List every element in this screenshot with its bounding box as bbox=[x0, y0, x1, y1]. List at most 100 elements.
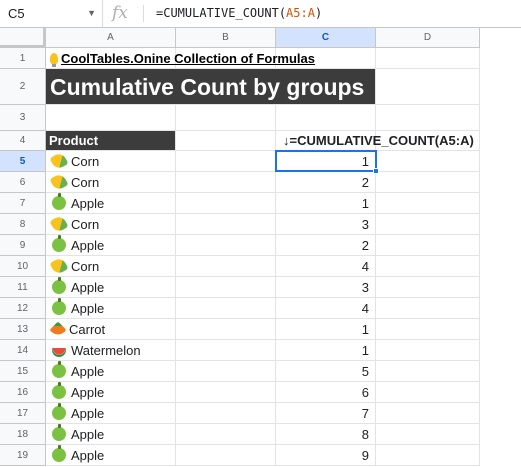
title-link[interactable]: CoolTables.Onine Collection of Formulas bbox=[46, 48, 376, 69]
cell-b6[interactable] bbox=[176, 172, 276, 193]
product-cell[interactable]: Corn bbox=[46, 256, 176, 277]
row-header-12[interactable]: 12 bbox=[0, 298, 46, 319]
cell-a3[interactable] bbox=[46, 105, 176, 131]
cell-d9[interactable] bbox=[376, 235, 480, 256]
row-header-11[interactable]: 11 bbox=[0, 277, 46, 298]
cell-d8[interactable] bbox=[376, 214, 480, 235]
cumulative-count-cell[interactable]: 4 bbox=[276, 256, 376, 277]
product-cell[interactable]: Apple bbox=[46, 361, 176, 382]
row-header-2[interactable]: 2 bbox=[0, 69, 46, 105]
product-cell[interactable]: Corn bbox=[46, 151, 176, 172]
product-cell[interactable]: Corn bbox=[46, 172, 176, 193]
cumulative-count-cell[interactable]: 1 bbox=[276, 340, 376, 361]
row-header-15[interactable]: 15 bbox=[0, 361, 46, 382]
cumulative-count-cell[interactable]: 3 bbox=[276, 214, 376, 235]
product-cell[interactable]: Apple bbox=[46, 403, 176, 424]
cumulative-count-cell[interactable]: 1 bbox=[276, 319, 376, 340]
row-header-10[interactable]: 10 bbox=[0, 256, 46, 277]
chevron-down-icon[interactable]: ▼ bbox=[87, 0, 96, 27]
cell-d14[interactable] bbox=[376, 340, 480, 361]
row-header-16[interactable]: 16 bbox=[0, 382, 46, 403]
product-cell[interactable]: Apple bbox=[46, 445, 176, 466]
column-header-d[interactable]: D bbox=[376, 28, 480, 48]
formula-divider bbox=[143, 5, 144, 22]
cell-b5[interactable] bbox=[176, 151, 276, 172]
cumulative-count-cell[interactable]: 2 bbox=[276, 235, 376, 256]
cell-b8[interactable] bbox=[176, 214, 276, 235]
name-box[interactable]: C5 ▼ bbox=[0, 0, 103, 27]
cell-b3[interactable] bbox=[176, 105, 276, 131]
cell-b19[interactable] bbox=[176, 445, 276, 466]
cell-b10[interactable] bbox=[176, 256, 276, 277]
cell-d17[interactable] bbox=[376, 403, 480, 424]
product-cell[interactable]: Apple bbox=[46, 298, 176, 319]
cell-b11[interactable] bbox=[176, 277, 276, 298]
select-all-corner[interactable] bbox=[0, 28, 46, 48]
cell-c3[interactable] bbox=[276, 105, 376, 131]
row-header-14[interactable]: 14 bbox=[0, 340, 46, 361]
cell-d2[interactable] bbox=[376, 69, 480, 105]
cell-d1[interactable] bbox=[376, 48, 480, 69]
row-header-7[interactable]: 7 bbox=[0, 193, 46, 214]
row-header-17[interactable]: 17 bbox=[0, 403, 46, 424]
row-header-4[interactable]: 4 bbox=[0, 131, 46, 151]
cumulative-count-cell[interactable]: 8 bbox=[276, 424, 376, 445]
cell-b4[interactable] bbox=[176, 131, 276, 151]
cumulative-count-cell[interactable]: 9 bbox=[276, 445, 376, 466]
row-header-13[interactable]: 13 bbox=[0, 319, 46, 340]
cell-d5[interactable] bbox=[376, 151, 480, 172]
product-cell[interactable]: Apple bbox=[46, 235, 176, 256]
row-header-1[interactable]: 1 bbox=[0, 48, 46, 69]
cell-b15[interactable] bbox=[176, 361, 276, 382]
product-cell[interactable]: Apple bbox=[46, 382, 176, 403]
cell-b16[interactable] bbox=[176, 382, 276, 403]
cell-b12[interactable] bbox=[176, 298, 276, 319]
cell-d7[interactable] bbox=[376, 193, 480, 214]
cell-d6[interactable] bbox=[376, 172, 480, 193]
cell-d10[interactable] bbox=[376, 256, 480, 277]
product-cell[interactable]: Corn bbox=[46, 214, 176, 235]
product-name: Corn bbox=[71, 217, 100, 232]
cell-d15[interactable] bbox=[376, 361, 480, 382]
product-cell[interactable]: Apple bbox=[46, 193, 176, 214]
cell-b9[interactable] bbox=[176, 235, 276, 256]
fill-handle[interactable] bbox=[373, 168, 379, 174]
cell-d16[interactable] bbox=[376, 382, 480, 403]
cell-b17[interactable] bbox=[176, 403, 276, 424]
cell-b18[interactable] bbox=[176, 424, 276, 445]
cell-b7[interactable] bbox=[176, 193, 276, 214]
row-header-19[interactable]: 19 bbox=[0, 445, 46, 466]
cell-b14[interactable] bbox=[176, 340, 276, 361]
product-cell[interactable]: Apple bbox=[46, 424, 176, 445]
row-header-18[interactable]: 18 bbox=[0, 424, 46, 445]
cell-d19[interactable] bbox=[376, 445, 480, 466]
cumulative-count-cell[interactable]: 7 bbox=[276, 403, 376, 424]
column-header-b[interactable]: B bbox=[176, 28, 276, 48]
cell-d18[interactable] bbox=[376, 424, 480, 445]
row-header-3[interactable]: 3 bbox=[0, 105, 46, 131]
cell-d12[interactable] bbox=[376, 298, 480, 319]
cell-d11[interactable] bbox=[376, 277, 480, 298]
cell-b13[interactable] bbox=[176, 319, 276, 340]
cumulative-count-cell[interactable]: 3 bbox=[276, 277, 376, 298]
formula-input[interactable]: =CUMULATIVE_COUNT(A5:A) bbox=[156, 0, 322, 27]
row-header-8[interactable]: 8 bbox=[0, 214, 46, 235]
cumulative-count-cell[interactable]: 4 bbox=[276, 298, 376, 319]
cumulative-count-cell[interactable]: 6 bbox=[276, 382, 376, 403]
cell-d3[interactable] bbox=[376, 105, 480, 131]
row-header-9[interactable]: 9 bbox=[0, 235, 46, 256]
carrot-icon bbox=[49, 321, 67, 339]
cell-d13[interactable] bbox=[376, 319, 480, 340]
cumulative-count-cell[interactable]: 2 bbox=[276, 172, 376, 193]
row-header-5[interactable]: 5 bbox=[0, 151, 46, 172]
title-link-text[interactable]: CoolTables.Onine Collection of Formulas bbox=[61, 51, 315, 66]
cumulative-count-cell[interactable]: 1 bbox=[276, 193, 376, 214]
cumulative-count-cell[interactable]: 5 bbox=[276, 361, 376, 382]
formula-range-ref: A5:A bbox=[286, 6, 315, 20]
row-header-6[interactable]: 6 bbox=[0, 172, 46, 193]
product-cell[interactable]: Watermelon bbox=[46, 340, 176, 361]
product-cell[interactable]: Apple bbox=[46, 277, 176, 298]
column-header-c[interactable]: C bbox=[276, 28, 376, 48]
column-header-a[interactable]: A bbox=[46, 28, 176, 48]
product-cell[interactable]: Carrot bbox=[46, 319, 176, 340]
